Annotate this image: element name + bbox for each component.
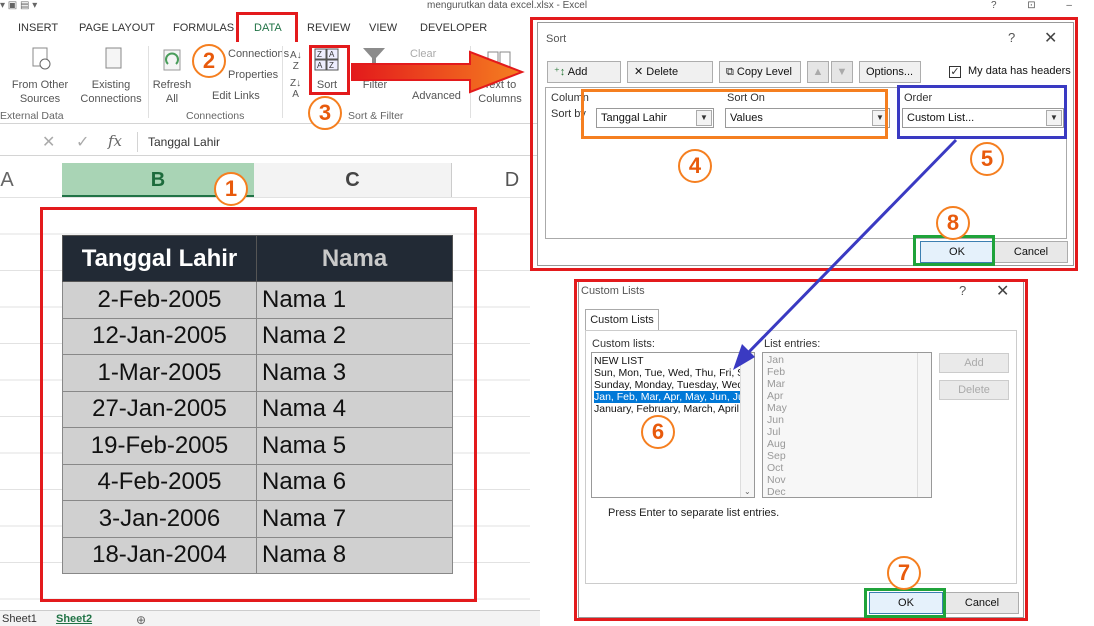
- custom-lists-highlight: [574, 279, 1028, 621]
- sort-ascending-icon[interactable]: A↓ Z: [290, 50, 302, 72]
- advanced-button[interactable]: Advanced: [396, 89, 466, 103]
- column-header-a[interactable]: A: [0, 163, 14, 197]
- group-separator: [148, 46, 149, 118]
- filter-button[interactable]: Filter: [360, 78, 390, 92]
- sort-by-highlight: [581, 89, 888, 139]
- custom-lists-ok-highlight: [864, 588, 946, 618]
- document-title: mengurutkan data excel.xlsx - Excel: [427, 0, 588, 11]
- column-header-d[interactable]: D: [498, 163, 526, 197]
- sort-filter-group-label: Sort & Filter: [348, 110, 404, 122]
- sheet-tab-sheet1[interactable]: Sheet1: [2, 613, 37, 625]
- step-7-badge: 7: [887, 556, 921, 590]
- window-controls[interactable]: ? ⊡ –: [991, 0, 1086, 11]
- column-header-c[interactable]: C: [254, 163, 452, 197]
- formula-bar: ✕ ✓ fx Tanggal Lahir: [0, 128, 540, 156]
- filter-icon: [363, 48, 385, 66]
- edit-links-button[interactable]: Edit Links: [198, 89, 268, 103]
- tab-formulas[interactable]: FORMULAS: [173, 22, 234, 34]
- tab-developer[interactable]: DEVELOPER: [420, 22, 487, 34]
- text-to-columns-button[interactable]: Text to Columns: [474, 78, 526, 106]
- step-1-badge: 1: [214, 172, 248, 206]
- refresh-all-icon: [163, 49, 181, 71]
- quick-access-toolbar[interactable]: ▾ ▣ ▤ ▾: [0, 0, 37, 11]
- connections-group-label: Connections: [186, 110, 245, 122]
- sheet-tabs: Sheet1 Sheet2 ⊕: [0, 610, 540, 626]
- tab-view[interactable]: VIEW: [369, 22, 397, 34]
- step-8-badge: 8: [936, 206, 970, 240]
- group-separator: [282, 46, 283, 118]
- step-2-badge: 2: [192, 44, 226, 78]
- step-6-badge: 6: [641, 415, 675, 449]
- clear-button[interactable]: Clear: [396, 47, 438, 61]
- title-bar: ▾ ▣ ▤ ▾ mengurutkan data excel.xlsx - Ex…: [0, 0, 1094, 14]
- tab-page-layout[interactable]: PAGE LAYOUT: [79, 22, 155, 34]
- cancel-icon[interactable]: ✕: [42, 132, 55, 152]
- function-icon[interactable]: fx: [108, 132, 122, 150]
- data-tab-highlight: [236, 12, 298, 45]
- refresh-all-button[interactable]: Refresh All: [150, 78, 194, 106]
- from-other-sources-icon: [32, 47, 51, 70]
- enter-icon[interactable]: ✓: [76, 132, 89, 152]
- ribbon-body: From Other Sources Existing Connections …: [0, 42, 540, 124]
- step-3-badge: 3: [308, 96, 342, 130]
- data-range-highlight: [40, 207, 477, 602]
- existing-connections-icon: [105, 47, 122, 69]
- tab-review[interactable]: REVIEW: [307, 22, 350, 34]
- connections-button[interactable]: Connections: [222, 47, 289, 61]
- sort-descending-icon[interactable]: Z↓ A: [290, 78, 301, 100]
- column-headers: A B C D: [0, 163, 530, 197]
- step-5-badge: 5: [970, 142, 1004, 176]
- sort-button-highlight: [309, 45, 350, 95]
- text-to-columns-icon: [487, 51, 511, 71]
- from-other-sources-button[interactable]: From Other Sources: [8, 78, 72, 106]
- tab-insert[interactable]: INSERT: [18, 22, 58, 34]
- group-separator: [470, 46, 471, 118]
- properties-button[interactable]: Properties: [222, 68, 278, 82]
- step-4-badge: 4: [678, 149, 712, 183]
- formula-divider: [137, 132, 138, 152]
- add-sheet-icon[interactable]: ⊕: [136, 613, 146, 626]
- sheet-tab-sheet2[interactable]: Sheet2: [56, 613, 92, 625]
- formula-input[interactable]: Tanggal Lahir: [148, 135, 220, 149]
- external-data-group-label: External Data: [0, 110, 64, 122]
- order-highlight: [897, 85, 1067, 139]
- existing-connections-button[interactable]: Existing Connections: [78, 78, 144, 106]
